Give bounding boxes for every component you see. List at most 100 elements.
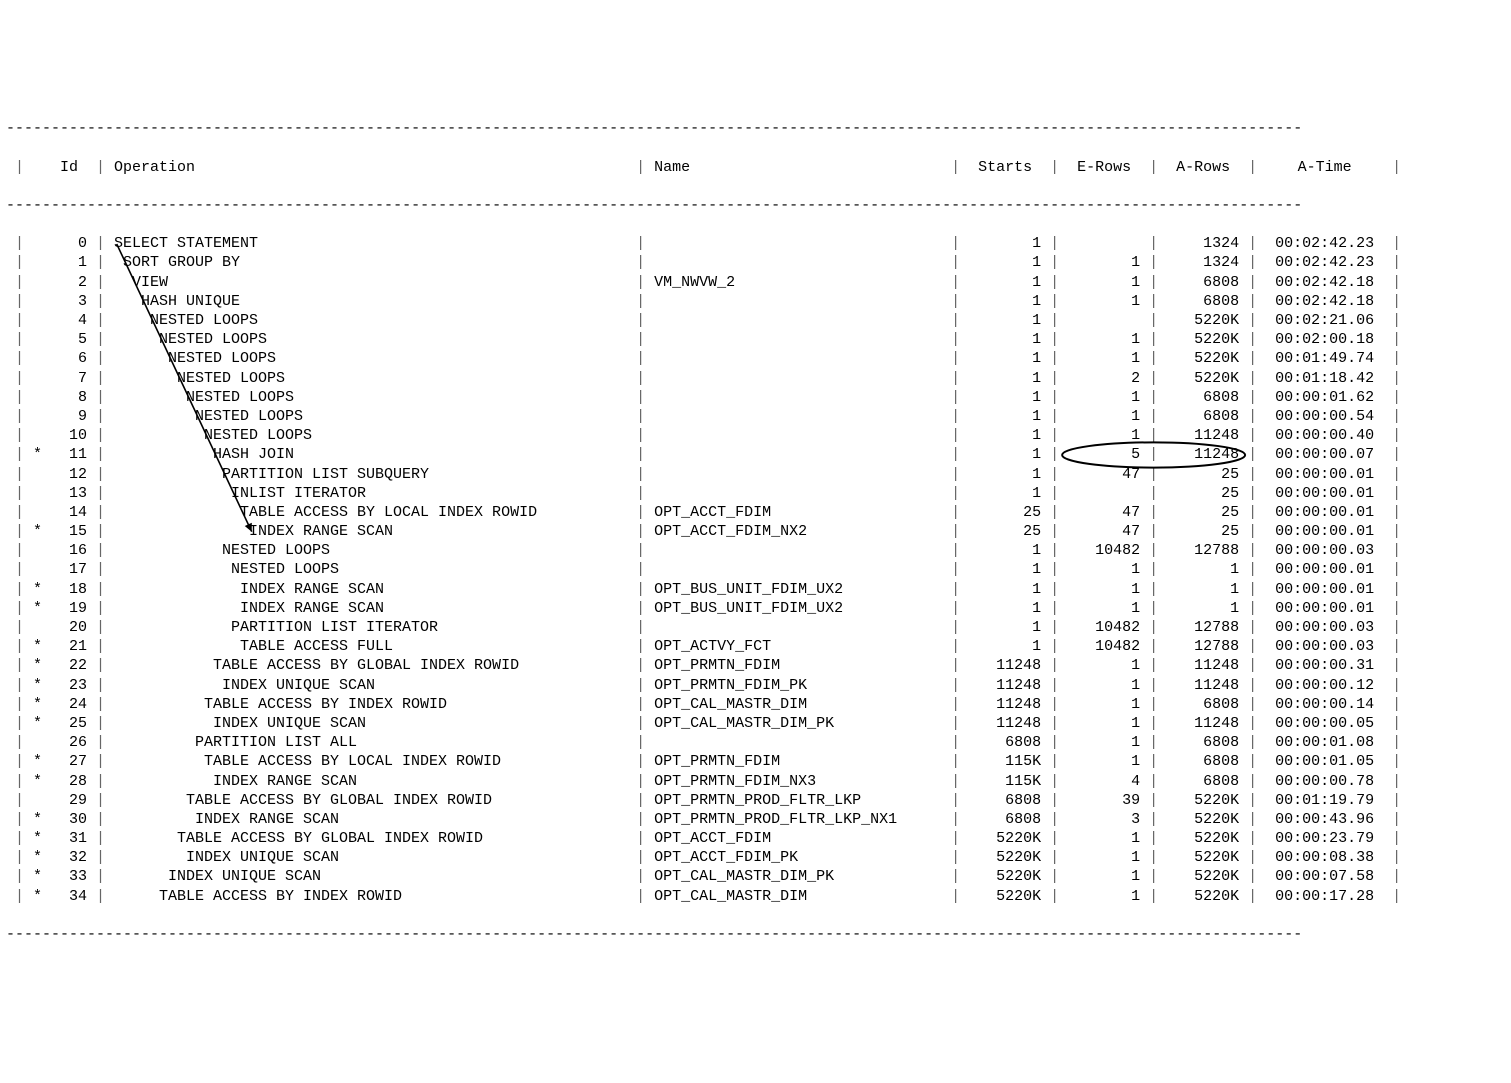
cell-atime: 00:00:08.38 [1266,848,1383,867]
cell-operation: SELECT STATEMENT [114,234,627,253]
cell-starts: 1 [969,426,1041,445]
cell-atime: 00:00:00.01 [1266,560,1383,579]
cell-erows: 1 [1068,695,1140,714]
cell-atime: 00:00:00.31 [1266,656,1383,675]
cell-id: 18 [51,580,87,599]
cell-starts: 1 [969,484,1041,503]
cell-arows: 12788 [1167,637,1239,656]
cell-id: 13 [51,484,87,503]
cell-operation: INDEX RANGE SCAN [114,599,627,618]
cell-erows: 1 [1068,388,1140,407]
cell-starts: 1 [969,465,1041,484]
cell-erows: 47 [1068,522,1140,541]
cell-arows: 11248 [1167,426,1239,445]
cell-atime: 00:00:00.01 [1266,465,1383,484]
cell-starts: 1 [969,637,1041,656]
cell-starts: 1 [969,311,1041,330]
cell-atime: 00:00:00.01 [1266,580,1383,599]
table-row: |*34| TABLE ACCESS BY INDEX ROWID|OPT_CA… [6,887,1505,906]
cell-starts: 11248 [969,656,1041,675]
cell-operation: TABLE ACCESS FULL [114,637,627,656]
table-row: |*23| INDEX UNIQUE SCAN|OPT_PRMTN_FDIM_P… [6,676,1505,695]
cell-id: 15 [51,522,87,541]
cell-name: OPT_PRMTN_PROD_FLTR_LKP [654,791,942,810]
cell-atime: 00:00:00.03 [1266,618,1383,637]
cell-id: 27 [51,752,87,771]
col-id: Id [51,158,87,177]
cell-atime: 00:00:01.62 [1266,388,1383,407]
cell-id: 20 [51,618,87,637]
cell-operation: INDEX RANGE SCAN [114,522,627,541]
cell-id: 8 [51,388,87,407]
cell-name: OPT_PRMTN_FDIM [654,656,942,675]
cell-atime: 00:01:19.79 [1266,791,1383,810]
cell-operation: NESTED LOOPS [114,426,627,445]
predicate-star: * [33,848,51,867]
cell-erows: 3 [1068,810,1140,829]
cell-id: 6 [51,349,87,368]
table-row: |*19| INDEX RANGE SCAN|OPT_BUS_UNIT_FDIM… [6,599,1505,618]
cell-starts: 5220K [969,848,1041,867]
cell-operation: TABLE ACCESS BY GLOBAL INDEX ROWID [114,656,627,675]
cell-atime: 00:00:00.01 [1266,599,1383,618]
cell-atime: 00:00:00.01 [1266,484,1383,503]
cell-operation: NESTED LOOPS [114,349,627,368]
cell-erows: 1 [1068,829,1140,848]
cell-operation: INDEX RANGE SCAN [114,810,627,829]
cell-atime: 00:00:01.08 [1266,733,1383,752]
cell-arows: 11248 [1167,445,1239,464]
table-row: |14| TABLE ACCESS BY LOCAL INDEX ROWID|O… [6,503,1505,522]
table-row: |9| NESTED LOOPS||1|1|6808|00:00:00.54| [6,407,1505,426]
cell-operation: SORT GROUP BY [114,253,627,272]
cell-arows: 5220K [1167,791,1239,810]
table-row: |8| NESTED LOOPS||1|1|6808|00:00:01.62| [6,388,1505,407]
cell-id: 21 [51,637,87,656]
predicate-star: * [33,887,51,906]
table-row: |*30| INDEX RANGE SCAN|OPT_PRMTN_PROD_FL… [6,810,1505,829]
cell-starts: 1 [969,618,1041,637]
table-row: |29| TABLE ACCESS BY GLOBAL INDEX ROWID|… [6,791,1505,810]
cell-operation: NESTED LOOPS [114,560,627,579]
cell-operation: NESTED LOOPS [114,330,627,349]
cell-name: OPT_CAL_MASTR_DIM [654,887,942,906]
table-row: |*22| TABLE ACCESS BY GLOBAL INDEX ROWID… [6,656,1505,675]
cell-starts: 1 [969,330,1041,349]
bottom-rule: ----------------------------------------… [6,925,1505,944]
cell-id: 16 [51,541,87,560]
predicate-star: * [33,772,51,791]
cell-atime: 00:00:00.05 [1266,714,1383,733]
cell-starts: 1 [969,580,1041,599]
cell-erows: 1 [1068,253,1140,272]
cell-atime: 00:02:00.18 [1266,330,1383,349]
cell-arows: 25 [1167,484,1239,503]
cell-erows: 10482 [1068,618,1140,637]
cell-operation: NESTED LOOPS [114,369,627,388]
cell-arows: 1 [1167,580,1239,599]
cell-atime: 00:00:00.03 [1266,637,1383,656]
table-row: |*27| TABLE ACCESS BY LOCAL INDEX ROWID|… [6,752,1505,771]
cell-erows: 1 [1068,867,1140,886]
cell-id: 32 [51,848,87,867]
cell-arows: 11248 [1167,676,1239,695]
cell-id: 12 [51,465,87,484]
cell-starts: 6808 [969,791,1041,810]
cell-arows: 12788 [1167,541,1239,560]
cell-arows: 5220K [1167,867,1239,886]
cell-id: 7 [51,369,87,388]
cell-arows: 6808 [1167,273,1239,292]
cell-erows: 1 [1068,848,1140,867]
predicate-star: * [33,599,51,618]
cell-name: OPT_PRMTN_FDIM [654,752,942,771]
cell-arows: 6808 [1167,752,1239,771]
cell-arows: 5220K [1167,848,1239,867]
table-row: |12| PARTITION LIST SUBQUERY||1|47|25|00… [6,465,1505,484]
cell-starts: 25 [969,503,1041,522]
cell-erows: 1 [1068,273,1140,292]
cell-name: OPT_PRMTN_PROD_FLTR_LKP_NX1 [654,810,942,829]
cell-arows: 6808 [1167,388,1239,407]
cell-id: 3 [51,292,87,311]
cell-atime: 00:00:00.78 [1266,772,1383,791]
table-row: |10| NESTED LOOPS||1|1|11248|00:00:00.40… [6,426,1505,445]
cell-operation: TABLE ACCESS BY LOCAL INDEX ROWID [114,752,627,771]
table-row: |*11| HASH JOIN||1|5|11248|00:00:00.07| [6,445,1505,464]
